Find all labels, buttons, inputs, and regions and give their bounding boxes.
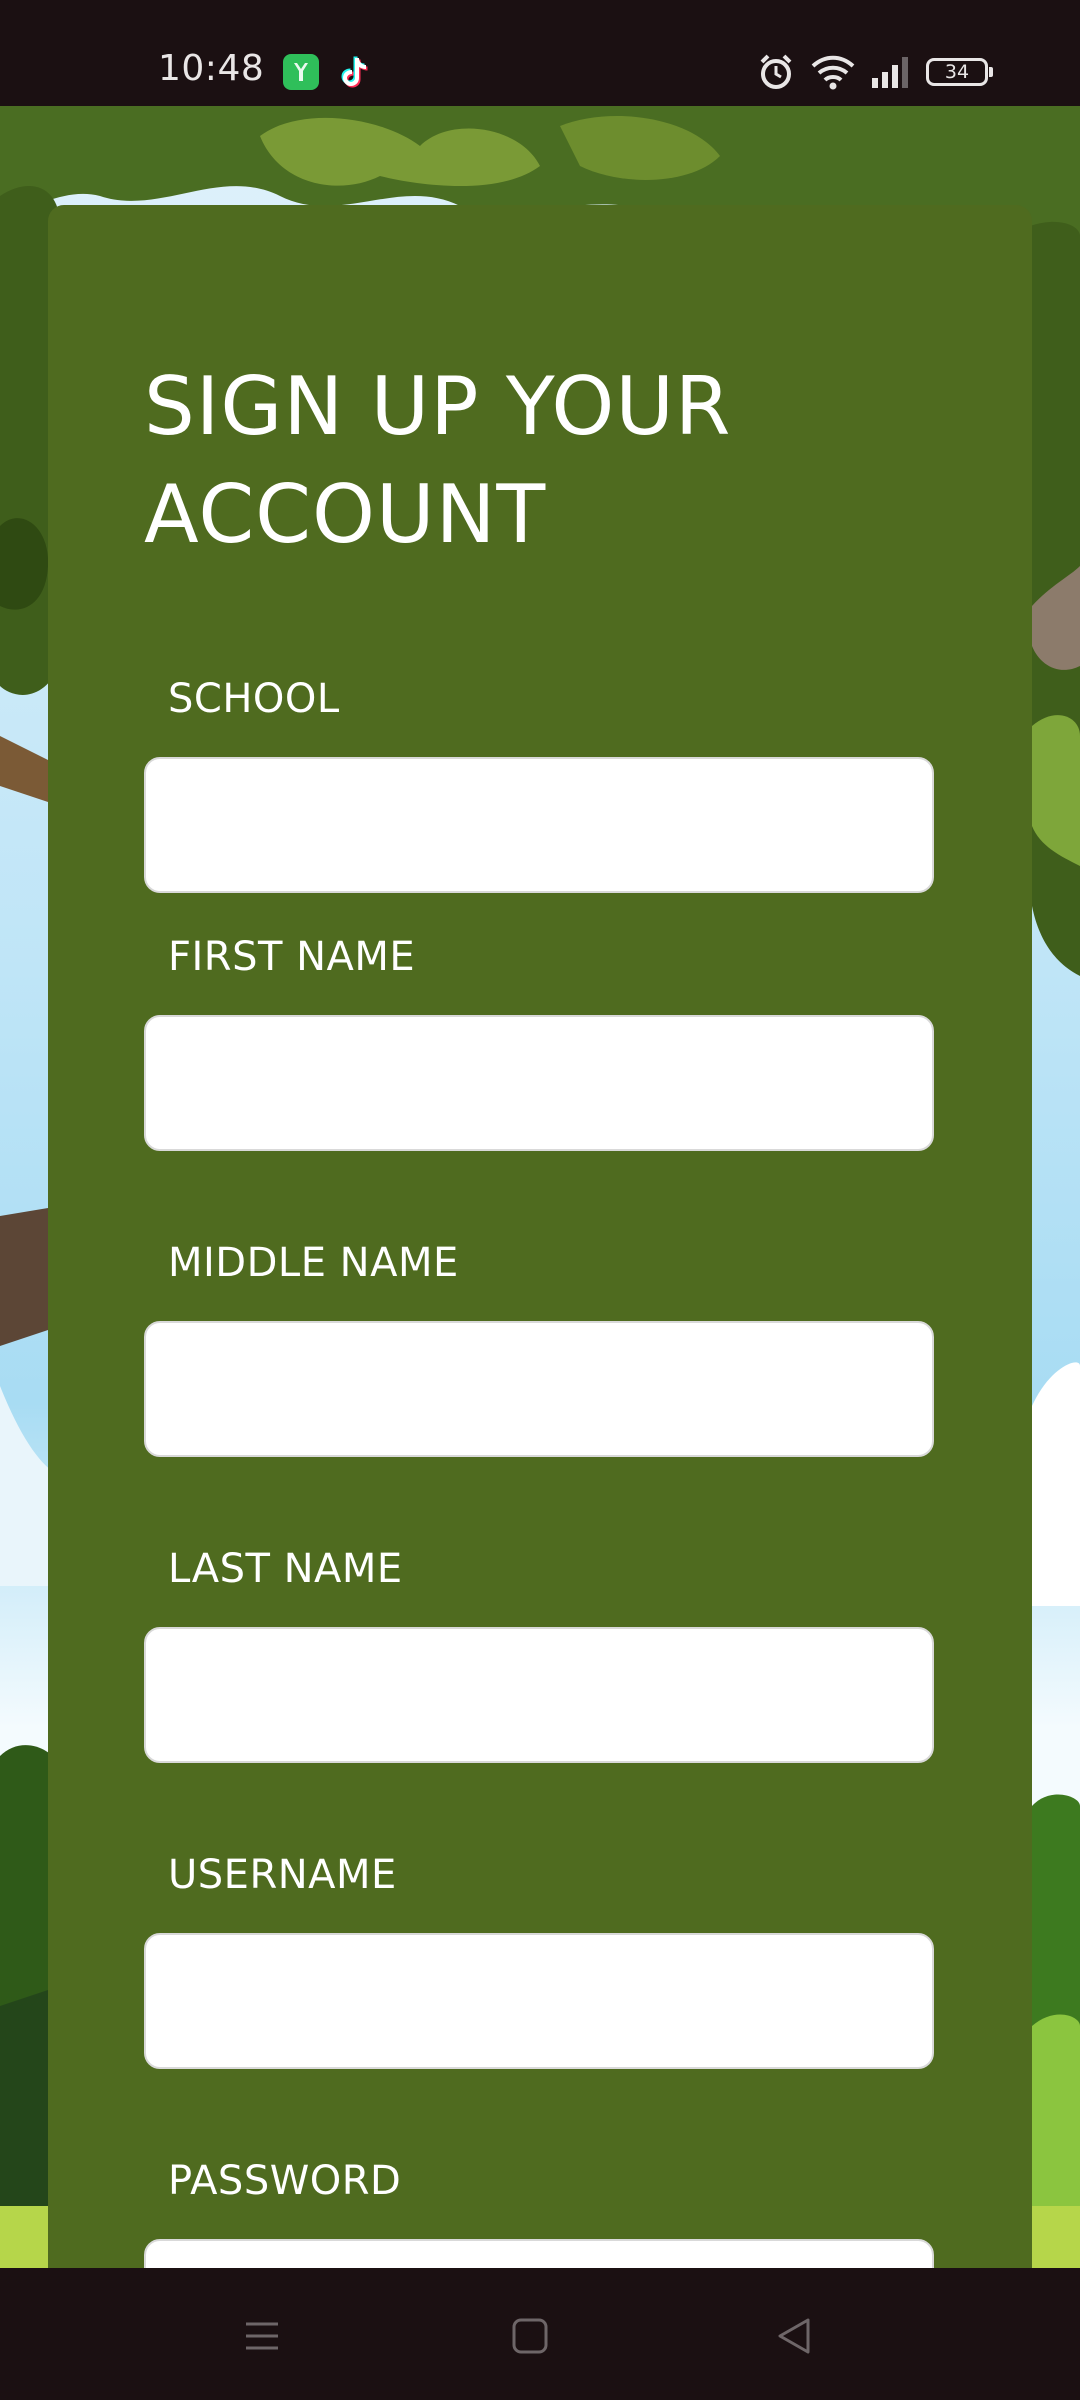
first-name-label: FIRST NAME — [168, 934, 416, 980]
screen: 10:48 34 SIGN UP YOUR ACCOUNT SCHOOL FIR… — [0, 0, 1080, 2400]
home-button[interactable] — [498, 2304, 562, 2368]
page-title: SIGN UP YOUR ACCOUNT — [144, 360, 732, 561]
first-name-input[interactable] — [144, 1015, 934, 1151]
back-button[interactable] — [762, 2304, 826, 2368]
last-name-label: LAST NAME — [168, 1546, 403, 1592]
password-input[interactable] — [144, 2239, 934, 2268]
battery-level: 34 — [944, 61, 970, 83]
back-icon — [778, 2318, 810, 2354]
status-time: 10:48 — [158, 48, 265, 89]
signal-icon — [872, 57, 908, 88]
school-label: SCHOOL — [168, 676, 340, 722]
middle-name-input[interactable] — [144, 1321, 934, 1457]
wifi-icon — [811, 55, 855, 90]
alarm-icon — [760, 54, 792, 89]
school-input[interactable] — [144, 757, 934, 893]
navigation-bar — [0, 2268, 1080, 2400]
middle-name-label: MIDDLE NAME — [168, 1240, 459, 1286]
tiktok-icon — [334, 52, 374, 92]
status-bar: 10:48 34 — [0, 0, 1080, 106]
system-status-icons: 34 — [756, 50, 993, 94]
username-label: USERNAME — [168, 1852, 397, 1898]
home-icon — [512, 2318, 548, 2354]
last-name-input[interactable] — [144, 1627, 934, 1763]
password-label: PASSWORD — [168, 2158, 402, 2204]
signup-form-card: SIGN UP YOUR ACCOUNT SCHOOL FIRST NAME M… — [48, 205, 1032, 2268]
menu-icon — [246, 2322, 278, 2350]
battery-icon: 34 — [926, 58, 993, 86]
store-app-icon — [283, 54, 319, 90]
username-input[interactable] — [144, 1933, 934, 2069]
menu-button[interactable] — [230, 2304, 294, 2368]
